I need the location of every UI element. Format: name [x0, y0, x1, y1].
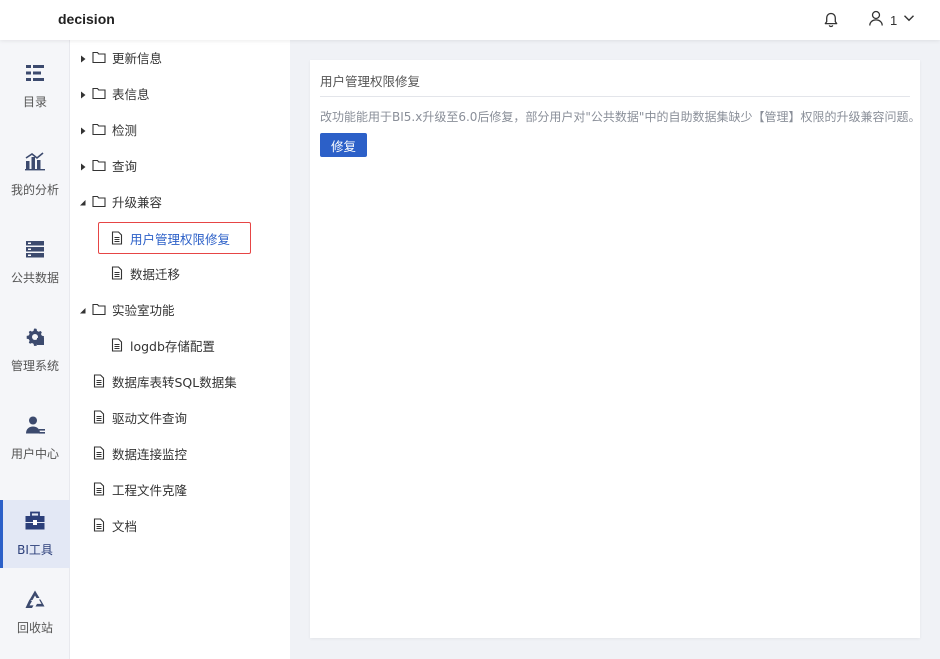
content-panel: 用户管理权限修复 改功能能用于BI5.x升级至6.0后修复，部分用户对"公共数据… [310, 60, 920, 638]
tree-folder-detection[interactable]: 检测 [78, 119, 137, 139]
tree-label: 更新信息 [112, 50, 163, 66]
tree-label: 实验室功能 [112, 302, 175, 318]
chart-icon [24, 151, 46, 175]
nav-item-public-data[interactable]: 公共数据 [0, 228, 70, 296]
left-nav: 目录 我的分析 公共数据 管理系统 用户中心 BI工具 回收站 [0, 40, 70, 659]
nav-label: 公共数据 [10, 270, 59, 285]
tree-folder-upgrade-compat[interactable]: 升级兼容 [78, 191, 162, 211]
folder-icon [92, 158, 106, 172]
document-icon [110, 266, 124, 280]
nav-item-recycle-bin[interactable]: 回收站 [0, 578, 70, 646]
folder-open-icon [92, 194, 106, 208]
tree-item-connection-monitor[interactable]: 数据连接监控 [92, 443, 187, 463]
tree-folder-query[interactable]: 查询 [78, 155, 137, 175]
caret-right-icon [78, 124, 88, 135]
tree-label: 数据迁移 [130, 266, 181, 282]
recycle-icon [24, 589, 46, 613]
nav-label: BI工具 [17, 542, 53, 557]
tree-item-documents[interactable]: 文档 [92, 515, 137, 535]
folder-icon [92, 122, 106, 136]
tree-item-logdb-storage[interactable]: logdb存储配置 [110, 335, 215, 355]
fix-button[interactable]: 修复 [320, 133, 367, 157]
tree-label: 驱动文件查询 [112, 410, 188, 426]
chevron-down-icon [903, 12, 915, 28]
nav-item-user-center[interactable]: 用户中心 [0, 404, 70, 472]
tree-item-data-migration[interactable]: 数据迁移 [110, 263, 180, 283]
user-icon [868, 9, 884, 31]
document-icon [92, 446, 106, 460]
folder-icon [92, 50, 106, 64]
nav-label: 管理系统 [10, 358, 59, 373]
tree-label: 工程文件克隆 [112, 482, 188, 498]
tree-folder-table-info[interactable]: 表信息 [78, 83, 150, 103]
folder-icon [92, 86, 106, 100]
nav-label: 我的分析 [10, 182, 59, 197]
tree-label: 表信息 [112, 86, 150, 102]
nav-label: 用户中心 [10, 446, 59, 461]
document-icon [92, 374, 106, 388]
tree-label: 文档 [112, 518, 138, 534]
document-icon [92, 482, 106, 496]
panel-title: 用户管理权限修复 [320, 74, 421, 89]
nav-item-management[interactable]: 管理系统 [0, 316, 70, 384]
tree-label: 检测 [112, 122, 138, 138]
tree-item-user-permission-fix[interactable]: 用户管理权限修复 [110, 228, 230, 248]
top-bar: decision 1 [0, 0, 940, 40]
bell-icon[interactable] [822, 11, 840, 29]
nav-item-bi-tools[interactable]: BI工具 [0, 500, 70, 568]
nav-item-catalog[interactable]: 目录 [0, 52, 70, 120]
tree-label: logdb存储配置 [130, 338, 215, 354]
tree-label: 查询 [112, 158, 138, 174]
gear-icon [24, 327, 46, 351]
nav-label: 目录 [22, 94, 47, 109]
caret-right-icon [78, 88, 88, 99]
nav-label: 回收站 [16, 620, 53, 635]
divider [320, 96, 910, 97]
tree-label: 数据连接监控 [112, 446, 188, 462]
document-icon [92, 518, 106, 532]
tree-folder-update-info[interactable]: 更新信息 [78, 47, 162, 67]
tree-label: 升级兼容 [112, 194, 163, 210]
nav-item-my-analysis[interactable]: 我的分析 [0, 140, 70, 208]
document-icon [92, 410, 106, 424]
user-menu[interactable]: 1 [868, 10, 915, 30]
tree-label: 用户管理权限修复 [130, 231, 231, 247]
user-name: 1 [890, 12, 898, 28]
document-icon [110, 231, 124, 245]
catalog-icon [24, 63, 46, 87]
tree-item-driver-file-query[interactable]: 驱动文件查询 [92, 407, 187, 427]
tree-item-db-table-to-sql[interactable]: 数据库表转SQL数据集 [92, 371, 237, 391]
tree-label: 数据库表转SQL数据集 [112, 374, 237, 390]
user-icon [24, 415, 46, 439]
folder-open-icon [92, 302, 106, 316]
toolbox-icon [24, 511, 46, 535]
tree-item-project-clone[interactable]: 工程文件克隆 [92, 479, 187, 499]
caret-down-icon [78, 304, 88, 314]
database-icon [24, 239, 46, 263]
app-title: decision [58, 11, 115, 27]
panel-description: 改功能能用于BI5.x升级至6.0后修复，部分用户对"公共数据"中的自助数据集缺… [320, 110, 921, 124]
document-icon [110, 338, 124, 352]
caret-right-icon [78, 52, 88, 63]
caret-right-icon [78, 160, 88, 171]
tree-folder-lab-features[interactable]: 实验室功能 [78, 299, 175, 319]
caret-down-icon [78, 196, 88, 206]
